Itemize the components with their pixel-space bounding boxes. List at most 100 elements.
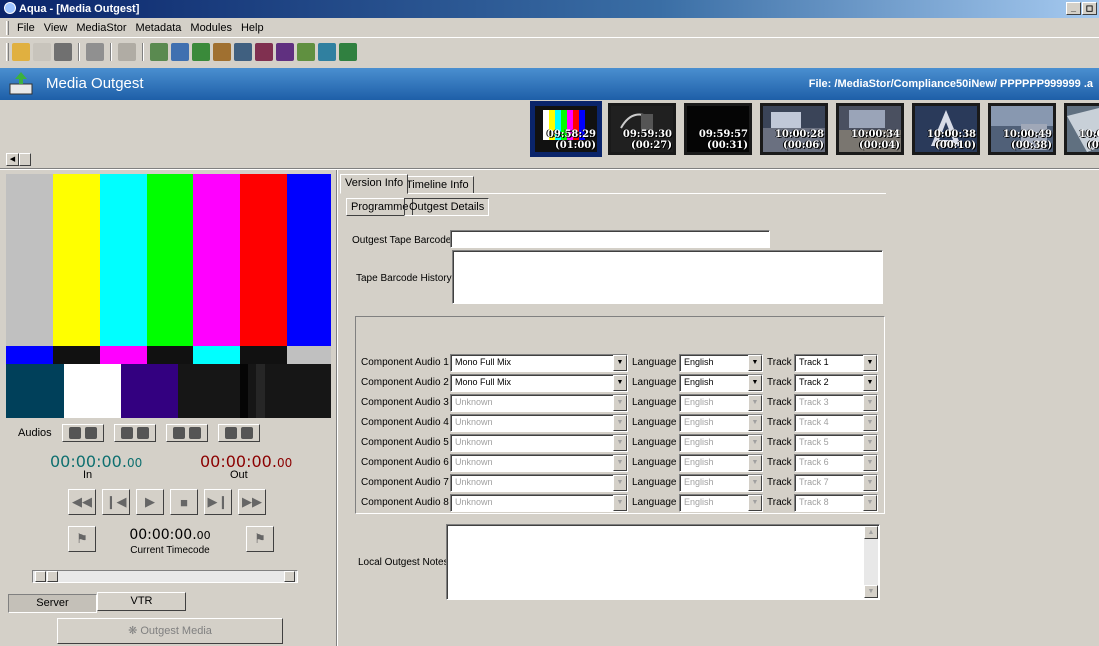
chevron-down-icon[interactable]: ▼ [863, 355, 877, 371]
rewind-button[interactable]: ◀◀ [68, 489, 96, 515]
chevron-down-icon[interactable]: ▼ [863, 455, 877, 471]
audio-mix-select[interactable]: Unknown ▼ [450, 414, 628, 432]
storage-icon[interactable] [234, 43, 252, 61]
audio-mix-select[interactable]: Unknown ▼ [450, 434, 628, 452]
chevron-down-icon[interactable]: ▼ [748, 355, 762, 371]
chevron-down-icon[interactable]: ▼ [613, 395, 627, 411]
menu-view[interactable]: View [43, 21, 69, 35]
tab-version-info[interactable]: Version Info [340, 174, 409, 194]
thumbnail[interactable]: 10:00:28 (00:06) [758, 101, 830, 157]
grid-icon[interactable] [276, 43, 294, 61]
thumbnail[interactable]: 10:00:38 (00:10) [910, 101, 982, 157]
menu-modules[interactable]: Modules [189, 21, 233, 35]
position-slider[interactable] [32, 570, 298, 583]
ingest-icon[interactable] [150, 43, 168, 61]
chevron-down-icon[interactable]: ▼ [863, 395, 877, 411]
restore-button[interactable]: ◻ [1082, 2, 1097, 15]
audio-mix-select[interactable]: Unknown ▼ [450, 494, 628, 512]
open-folder-icon[interactable] [12, 43, 30, 61]
chevron-down-icon[interactable]: ▼ [748, 495, 762, 511]
upload-icon[interactable] [118, 43, 136, 61]
menu-mediastor[interactable]: MediaStor [75, 21, 127, 35]
tab-server[interactable]: Server [8, 594, 97, 613]
tab-timeline-info[interactable]: Timeline Info [401, 176, 474, 194]
language-select[interactable]: English ▼ [679, 414, 763, 432]
thumbnail[interactable]: 09:59:30 (00:27) [606, 101, 678, 157]
audio-channel-1-button[interactable] [61, 424, 104, 442]
track-select[interactable]: Track 5 ▼ [794, 434, 878, 452]
track-select[interactable]: Track 4 ▼ [794, 414, 878, 432]
track-select[interactable]: Track 3 ▼ [794, 394, 878, 412]
audio-mix-select[interactable]: Mono Full Mix ▼ [450, 354, 628, 372]
step-back-button[interactable]: ❙◀ [102, 489, 130, 515]
notes-scrollbar[interactable]: ▲ ▼ [864, 526, 878, 598]
language-select[interactable]: English ▼ [679, 434, 763, 452]
slider-right-button[interactable] [284, 571, 295, 582]
chevron-down-icon[interactable]: ▼ [748, 475, 762, 491]
mark-out-button[interactable]: ⚑ [246, 526, 274, 552]
chevron-down-icon[interactable]: ▼ [613, 455, 627, 471]
chevron-down-icon[interactable]: ▼ [748, 455, 762, 471]
media-browser-icon[interactable] [171, 43, 189, 61]
chevron-down-icon[interactable]: ▼ [863, 415, 877, 431]
chevron-down-icon[interactable]: ▼ [748, 415, 762, 431]
timeline-icon[interactable] [339, 43, 357, 61]
thumbnail[interactable]: 10:01:27(00:02) [1062, 101, 1099, 157]
chevron-down-icon[interactable]: ▼ [613, 355, 627, 371]
scroll-thumb[interactable] [19, 153, 31, 166]
print-icon[interactable] [86, 43, 104, 61]
language-select[interactable]: English ▼ [679, 354, 763, 372]
scroll-left-button[interactable]: ◀ [6, 153, 19, 166]
play-button[interactable]: ▶ [136, 489, 164, 515]
chevron-down-icon[interactable]: ▼ [748, 375, 762, 391]
chevron-down-icon[interactable]: ▼ [613, 495, 627, 511]
chevron-down-icon[interactable]: ▼ [613, 415, 627, 431]
chevron-down-icon[interactable]: ▼ [863, 435, 877, 451]
menu-metadata[interactable]: Metadata [135, 21, 183, 35]
tools-icon[interactable] [297, 43, 315, 61]
language-select[interactable]: English ▼ [679, 394, 763, 412]
outgest-icon[interactable] [192, 43, 210, 61]
thumbnail[interactable]: 09:59:57 (00:31) [682, 101, 754, 157]
outgest-media-button[interactable]: ❋ Outgest Media [57, 618, 283, 644]
barcode-history-list[interactable] [452, 250, 883, 304]
track-select[interactable]: Track 1 ▼ [794, 354, 878, 372]
outgest-details-button[interactable]: Outgest Details [404, 198, 490, 216]
notes-textarea[interactable]: ▲ ▼ [446, 524, 880, 600]
chevron-down-icon[interactable]: ▼ [748, 435, 762, 451]
mark-in-button[interactable]: ⚑ [68, 526, 96, 552]
track-select[interactable]: Track 2 ▼ [794, 374, 878, 392]
track-select[interactable]: Track 8 ▼ [794, 494, 878, 512]
export-icon[interactable] [318, 43, 336, 61]
film-icon[interactable] [255, 43, 273, 61]
tab-vtr[interactable]: VTR [97, 592, 186, 611]
audio-channel-3-button[interactable] [165, 424, 208, 442]
minimize-button[interactable]: _ [1066, 2, 1081, 15]
audio-channel-4-button[interactable] [217, 424, 260, 442]
thumbnail[interactable]: 10:00:49 (00:38) [986, 101, 1058, 157]
archive-icon[interactable] [213, 43, 231, 61]
track-select[interactable]: Track 6 ▼ [794, 454, 878, 472]
chevron-down-icon[interactable]: ▼ [863, 495, 877, 511]
audio-channel-2-button[interactable] [113, 424, 156, 442]
chevron-down-icon[interactable]: ▼ [613, 375, 627, 391]
new-document-icon[interactable] [33, 43, 51, 61]
chevron-down-icon[interactable]: ▼ [613, 475, 627, 491]
chevron-down-icon[interactable]: ▼ [863, 375, 877, 391]
stop-button[interactable]: ■ [170, 489, 198, 515]
fast-forward-button[interactable]: ▶▶ [238, 489, 266, 515]
language-select[interactable]: English ▼ [679, 374, 763, 392]
chevron-down-icon[interactable]: ▼ [748, 395, 762, 411]
chevron-down-icon[interactable]: ▼ [613, 435, 627, 451]
scroll-up-button[interactable]: ▲ [864, 526, 878, 539]
thumbnail[interactable]: 10:00:34 (00:04) [834, 101, 906, 157]
audio-mix-select[interactable]: Unknown ▼ [450, 394, 628, 412]
track-select[interactable]: Track 7 ▼ [794, 474, 878, 492]
audio-mix-select[interactable]: Mono Full Mix ▼ [450, 374, 628, 392]
menu-help[interactable]: Help [240, 21, 265, 35]
language-select[interactable]: English ▼ [679, 494, 763, 512]
barcode-input[interactable] [450, 230, 770, 248]
thumbnail[interactable]: 09:58:29 (01:00) [530, 101, 602, 157]
audio-mix-select[interactable]: Unknown ▼ [450, 474, 628, 492]
save-icon[interactable] [54, 43, 72, 61]
